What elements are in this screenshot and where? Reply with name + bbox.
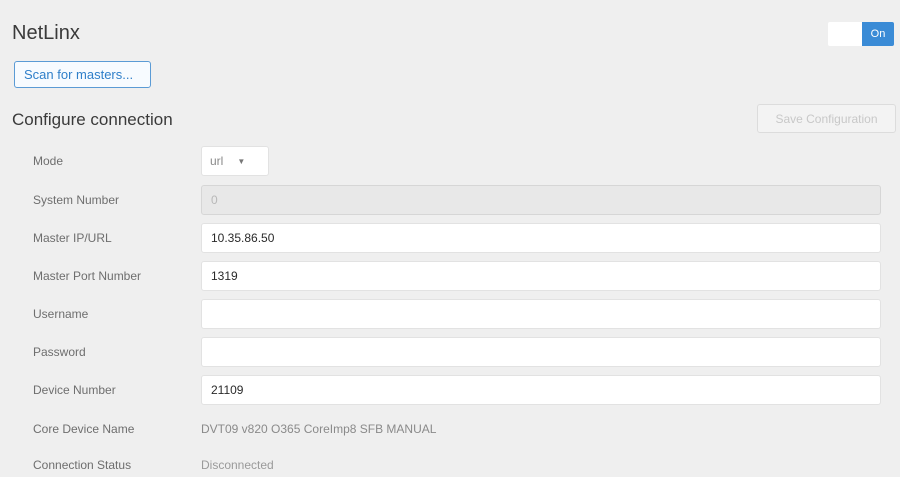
form-row-password: Password bbox=[0, 337, 900, 367]
password-label: Password bbox=[33, 345, 86, 359]
system-number-label: System Number bbox=[33, 193, 120, 207]
chevron-down-icon: ▼ bbox=[237, 156, 246, 166]
mode-select-value: url bbox=[210, 154, 224, 168]
configure-connection-heading: Configure connection bbox=[12, 110, 173, 129]
toggle-off-area[interactable] bbox=[828, 22, 862, 46]
master-port-field[interactable]: 1319 bbox=[201, 261, 881, 291]
form-row-master-port: Master Port Number 1319 bbox=[0, 261, 900, 291]
form-row-connection-status: Connection Status Disconnected bbox=[0, 450, 900, 480]
mode-select[interactable]: url ▼ bbox=[201, 146, 269, 176]
panel-title: NetLinx bbox=[12, 22, 80, 44]
connection-status-label: Connection Status bbox=[33, 458, 132, 472]
form-row-master-ip: Master IP/URL 10.35.86.50 bbox=[0, 223, 900, 253]
connection-status-value: Disconnected bbox=[201, 458, 274, 472]
password-field[interactable] bbox=[201, 337, 881, 367]
device-number-label: Device Number bbox=[33, 383, 116, 397]
master-ip-field[interactable]: 10.35.86.50 bbox=[201, 223, 881, 253]
form-row-core-device-name: Core Device Name DVT09 v820 O365 CoreImp… bbox=[0, 414, 900, 444]
core-device-name-value: DVT09 v820 O365 CoreImp8 SFB MANUAL bbox=[201, 422, 437, 436]
save-configuration-button[interactable]: Save Configuration bbox=[757, 104, 896, 133]
toggle-on-label[interactable]: On bbox=[862, 22, 894, 46]
form-row-device-number: Device Number 21109 bbox=[0, 375, 900, 405]
system-number-field: 0 bbox=[201, 185, 881, 215]
master-ip-label: Master IP/URL bbox=[33, 231, 112, 245]
netlinx-panel: NetLinx On Scan for masters... Configure… bbox=[0, 0, 900, 477]
form-row-system-number: System Number 0 bbox=[0, 185, 900, 215]
master-port-label: Master Port Number bbox=[33, 269, 142, 283]
form-row-username: Username bbox=[0, 299, 900, 329]
core-device-name-label: Core Device Name bbox=[33, 422, 135, 436]
form-row-mode: Mode url ▼ bbox=[0, 146, 900, 176]
username-field[interactable] bbox=[201, 299, 881, 329]
username-label: Username bbox=[33, 307, 89, 321]
scan-for-masters-button[interactable]: Scan for masters... bbox=[14, 61, 151, 88]
mode-label: Mode bbox=[33, 154, 64, 168]
device-number-field[interactable]: 21109 bbox=[201, 375, 881, 405]
enable-toggle[interactable]: On bbox=[828, 22, 894, 46]
